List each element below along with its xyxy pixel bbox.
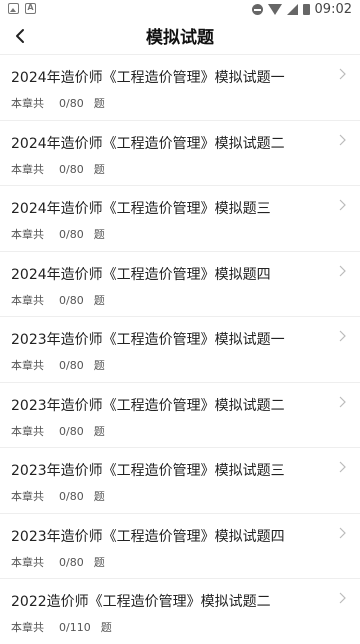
list-item[interactable]: 2024年造价师《工程造价管理》模拟题三 本章共 0/80 题 [0, 185, 360, 251]
meta-suffix: 题 [93, 359, 105, 372]
item-title: 2023年造价师《工程造价管理》模拟试题二 [11, 397, 285, 414]
chevron-right-icon [339, 396, 346, 407]
item-title: 2022造价师《工程造价管理》模拟试题二 [11, 594, 271, 610]
meta-prefix: 本章共 [11, 228, 44, 241]
meta-suffix: 题 [93, 293, 105, 307]
item-meta: 本章共 0/80 题 [11, 226, 105, 242]
item-title: 2023年造价师《工程造价管理》模拟试题四 [11, 528, 285, 545]
chevron-right-icon [339, 461, 346, 473]
item-meta: 本章共 0/80 题 [11, 95, 105, 111]
meta-progress: 0/80 [59, 490, 84, 503]
meta-prefix: 本章共 [11, 97, 44, 110]
item-title: 2023年造价师《工程造价管理》模拟试题一 [11, 332, 285, 348]
status-time: 09:02 [314, 2, 352, 17]
meta-suffix: 题 [93, 228, 105, 241]
battery-icon [302, 4, 310, 15]
header: 模拟试题 [0, 20, 360, 54]
list-item[interactable]: 2023年造价师《工程造价管理》模拟试题一 本章共 0/80 题 [0, 316, 360, 382]
chevron-right-icon [339, 265, 346, 276]
list-item[interactable]: 2024年造价师《工程造价管理》模拟试题一 本章共 0/80 题 [0, 54, 360, 120]
meta-prefix: 本章共 [11, 162, 44, 176]
meta-prefix: 本章共 [11, 359, 44, 372]
item-title: 2024年造价师《工程造价管理》模拟题四 [11, 266, 271, 283]
chevron-right-icon [339, 68, 346, 80]
meta-suffix: 题 [93, 555, 105, 569]
dnd-icon [251, 4, 263, 15]
meta-suffix: 题 [93, 490, 105, 503]
chevron-right-icon [339, 527, 346, 538]
meta-prefix: 本章共 [11, 293, 44, 307]
meta-progress: 0/80 [59, 228, 84, 241]
item-title: 2024年造价师《工程造价管理》模拟题三 [11, 201, 271, 217]
item-meta: 本章共 0/110 题 [11, 619, 112, 635]
item-meta: 本章共 0/80 题 [11, 554, 105, 570]
meta-prefix: 本章共 [11, 555, 44, 569]
meta-suffix: 题 [93, 424, 105, 438]
page-title: 模拟试题 [146, 28, 214, 48]
meta-progress: 0/110 [59, 621, 91, 634]
meta-progress: 0/80 [59, 424, 84, 438]
chevron-right-icon [339, 134, 346, 145]
wifi-icon [267, 4, 282, 15]
meta-prefix: 本章共 [11, 490, 44, 503]
item-meta: 本章共 0/80 题 [11, 423, 105, 439]
status-right-icons: 09:02 [251, 2, 352, 17]
list-item[interactable]: 2023年造价师《工程造价管理》模拟试题四 本章共 0/80 题 [0, 512, 360, 579]
list-item[interactable]: 2023年造价师《工程造价管理》模拟试题二 本章共 0/80 题 [0, 381, 360, 448]
chevron-right-icon [339, 330, 346, 342]
item-title: 2024年造价师《工程造价管理》模拟试题二 [11, 135, 285, 152]
exam-list: 2024年造价师《工程造价管理》模拟试题一 本章共 0/80 题 2024年造价师《… [0, 54, 360, 644]
item-meta: 本章共 0/80 题 [11, 292, 105, 308]
list-item[interactable]: 2024年造价师《工程造价管理》模拟试题二 本章共 0/80 题 [0, 119, 360, 186]
meta-progress: 0/80 [59, 293, 84, 307]
item-meta: 本章共 0/80 题 [11, 488, 105, 504]
list-item[interactable]: 2024年造价师《工程造价管理》模拟题四 本章共 0/80 题 [0, 250, 360, 317]
meta-prefix: 本章共 [11, 424, 44, 438]
chevron-right-icon [339, 199, 346, 211]
meta-progress: 0/80 [59, 555, 84, 569]
item-title: 2023年造价师《工程造价管理》模拟试题三 [11, 463, 285, 479]
item-meta: 本章共 0/80 题 [11, 161, 105, 177]
chevron-right-icon [339, 592, 346, 604]
meta-suffix: 题 [93, 97, 105, 110]
a-icon: A [25, 3, 36, 14]
meta-progress: 0/80 [59, 97, 84, 110]
list-item[interactable]: 2023年造价师《工程造价管理》模拟试题三 本章共 0/80 题 [0, 447, 360, 513]
meta-prefix: 本章共 [11, 621, 44, 634]
meta-progress: 0/80 [59, 162, 84, 176]
meta-suffix: 题 [93, 162, 105, 176]
meta-suffix: 题 [100, 621, 112, 634]
signal-icon [286, 4, 298, 15]
item-meta: 本章共 0/80 题 [11, 357, 105, 373]
image-icon [8, 3, 19, 14]
meta-progress: 0/80 [59, 359, 84, 372]
list-item[interactable]: 2022造价师《工程造价管理》模拟试题二 本章共 0/110 题 [0, 578, 360, 644]
status-left-icons: A [8, 3, 36, 14]
item-title: 2024年造价师《工程造价管理》模拟试题一 [11, 70, 285, 86]
status-bar: A 09:02 [0, 0, 360, 20]
